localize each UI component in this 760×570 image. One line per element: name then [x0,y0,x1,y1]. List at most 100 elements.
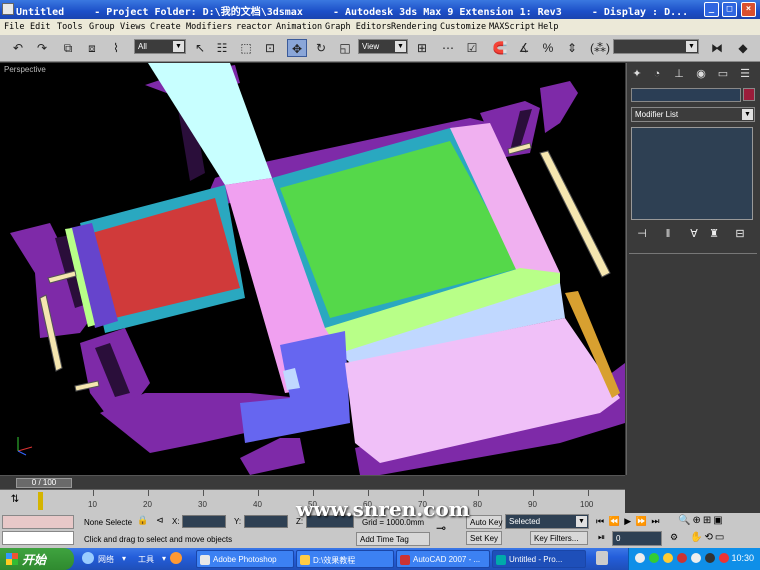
unlink-icon[interactable]: ⧈ [82,39,102,57]
menu-customize[interactable]: Customize [440,22,486,32]
object-name-field[interactable] [631,88,741,102]
pin-stack-icon[interactable]: ⊣ [633,225,651,243]
current-frame-field[interactable]: 0 [612,531,662,546]
hierarchy-tab-icon[interactable]: ⊥ [671,66,687,82]
track-bar-menu-icon[interactable]: ⇅ [8,494,22,508]
menu-help[interactable]: Help [538,22,558,32]
menu-rendering[interactable]: Rendering [391,22,437,32]
menu-animation[interactable]: Animation [276,22,322,32]
perspective-viewport[interactable]: Perspective [0,63,625,475]
menu-group[interactable]: Group [89,22,115,32]
key-filters-button[interactable]: Key Filters... [530,531,588,545]
tray-icon[interactable] [663,553,673,563]
percent-snap-icon[interactable]: % [538,39,558,57]
bind-space-warp-icon[interactable]: ⌇ [106,39,126,57]
browser-icon[interactable] [170,552,182,564]
key-mode-toggle-icon[interactable]: ⏯ [598,532,608,544]
rect-region-icon[interactable]: ⬚ [236,39,256,57]
add-time-tag[interactable]: Add Time Tag [356,532,430,546]
key-mode-dropdown[interactable]: Selected ▼ [505,514,589,529]
viewport-navigation-icons-2[interactable]: ✋⟲▭ [690,532,726,543]
object-color-swatch[interactable] [743,88,755,101]
select-icon[interactable]: ↖ [190,39,210,57]
x-coordinate-field[interactable] [182,515,226,528]
y-coordinate-field[interactable] [244,515,288,528]
configure-modifier-sets-icon[interactable]: ⊟ [731,225,749,243]
title-bar[interactable]: Untitled - Project Folder: D:\我的文档\3dsma… [0,0,760,19]
quicklaunch-network[interactable]: 网络 [98,554,114,565]
spinner-snap-icon[interactable]: ⇕ [562,39,582,57]
create-tab-icon[interactable]: ✦ [629,66,645,82]
scale-icon[interactable]: ◱ [335,39,355,57]
absolute-mode-icon[interactable]: ⊲ [156,515,168,527]
motion-tab-icon[interactable]: ◉ [693,66,709,82]
maximize-button[interactable]: □ [722,2,737,17]
make-unique-icon[interactable]: ∀ [685,225,703,243]
viewport-navigation-icons[interactable]: 🔍⊕⊞▣ [678,515,725,526]
start-button[interactable]: 开始 [0,548,74,570]
menu-reactor[interactable]: reactor [236,22,272,32]
angle-snap-icon[interactable]: ∡ [514,39,534,57]
utilities-tab-icon[interactable]: ☰ [737,66,753,82]
current-frame-marker[interactable] [38,492,43,510]
menu-tools[interactable]: Tools [57,22,83,32]
modifier-list-dropdown[interactable]: Modifier List ▼ [631,107,755,122]
auto-key-button[interactable]: Auto Key [466,515,502,529]
menu-views[interactable]: Views [120,22,146,32]
keyboard-shortcut-icon[interactable]: ☑ [462,39,482,57]
tray-icon[interactable] [719,553,729,563]
edit-named-selection-icon[interactable]: (⁂) [590,39,610,57]
menu-file[interactable]: File [4,22,24,32]
viewport-label[interactable]: Perspective [4,65,46,74]
selection-filter-dropdown[interactable]: All ▼ [134,39,186,54]
modifier-stack-list[interactable] [631,127,753,220]
rotate-icon[interactable]: ↻ [311,39,331,57]
dropdown-arrow-icon[interactable]: ▾ [122,554,126,563]
tray-icon[interactable] [677,553,687,563]
tray-icon[interactable] [649,553,659,563]
task-autocad[interactable]: AutoCAD 2007 - ... [396,550,490,568]
show-end-result-icon[interactable]: ‖ [659,225,677,243]
snap-icon[interactable]: 🧲 [490,39,510,57]
maxscript-listener-mini[interactable] [2,515,74,529]
pivot-icon[interactable]: ⊞ [412,39,432,57]
dropdown-arrow-icon[interactable]: ▾ [162,554,166,563]
close-button[interactable]: × [741,2,756,17]
app-icon[interactable] [2,3,14,15]
time-configuration-icon[interactable]: ⚙ [670,532,682,544]
remove-modifier-icon[interactable]: ♜ [705,225,723,243]
reference-coordinate-dropdown[interactable]: View ▼ [358,39,408,54]
menu-create[interactable]: Create [150,22,181,32]
display-tab-icon[interactable]: ▭ [715,66,731,82]
playback-controls[interactable]: ⏮ ⏪ ▶ ⏩ ⏭ [596,516,661,527]
set-key-icon[interactable]: ⊸ [436,521,462,537]
select-link-icon[interactable]: ⧉ [58,39,78,57]
task-folder[interactable]: D:\效果教程 [296,550,394,568]
time-slider[interactable]: 0 / 100 [16,478,72,488]
select-by-name-icon[interactable]: ☷ [212,39,232,57]
move-icon[interactable]: ✥ [287,39,307,57]
named-selection-dropdown[interactable]: ▼ [613,39,699,54]
lock-icon[interactable]: 🔒 [137,515,149,527]
menu-edit[interactable]: Edit [30,22,50,32]
show-desktop-icon[interactable] [596,551,608,565]
task-photoshop[interactable]: Adobe Photoshop [196,550,294,568]
window-crossing-icon[interactable]: ⊡ [260,39,280,57]
task-3dsmax[interactable]: Untitled - Pro... [492,550,586,568]
tray-icon[interactable] [691,553,701,563]
align-icon[interactable]: ◆ [733,39,753,57]
menu-modifiers[interactable]: Modifiers [186,22,232,32]
minimize-button[interactable]: _ [704,2,719,17]
network-icon[interactable] [82,552,94,564]
quicklaunch-tools[interactable]: 工具 [138,554,154,565]
mirror-icon[interactable]: ⧓ [707,39,727,57]
undo-icon[interactable]: ↶ [8,39,28,57]
modify-tab-icon[interactable]: ◔ [649,66,665,82]
select-manipulate-icon[interactable]: ⋯ [438,39,458,57]
tray-icon[interactable] [705,553,715,563]
tray-icon[interactable] [635,553,645,563]
menu-maxscript[interactable]: MAXScript [489,22,535,32]
redo-icon[interactable]: ↷ [32,39,52,57]
set-key-button[interactable]: Set Key [466,531,502,545]
maxscript-input[interactable] [2,531,74,545]
